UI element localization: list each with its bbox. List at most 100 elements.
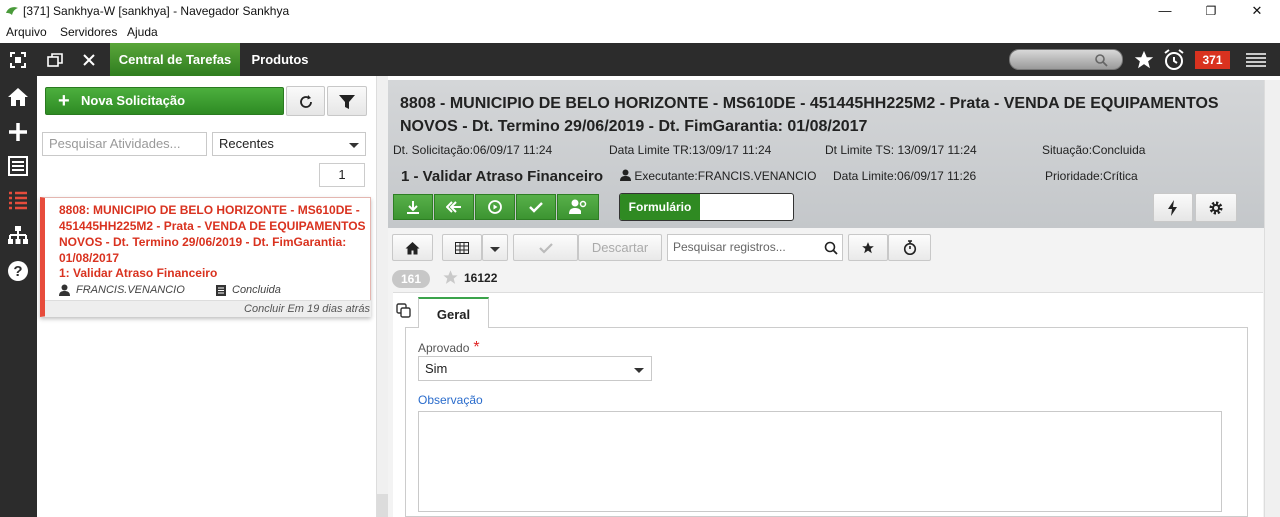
tab-produtos[interactable]: Produtos bbox=[242, 43, 318, 76]
filter-button[interactable] bbox=[327, 86, 367, 116]
close-tab-icon[interactable] bbox=[80, 51, 98, 69]
home-button[interactable] bbox=[392, 234, 433, 261]
search-activities-input[interactable]: Pesquisar Atividades... bbox=[42, 132, 207, 156]
search-icon bbox=[824, 241, 838, 255]
grid-view-button[interactable] bbox=[442, 234, 482, 261]
search-icon bbox=[1095, 54, 1108, 67]
recent-filter-value: Recentes bbox=[219, 136, 274, 151]
chevron-down-icon bbox=[349, 143, 359, 148]
close-button[interactable]: ✕ bbox=[1234, 0, 1280, 23]
download-button[interactable] bbox=[393, 194, 433, 220]
minimize-button[interactable]: — bbox=[1142, 0, 1188, 23]
dt-limite-ts-value: 13/09/17 11:24 bbox=[897, 143, 977, 157]
notification-badge[interactable]: 371 bbox=[1195, 51, 1230, 69]
home-icon[interactable] bbox=[7, 86, 29, 108]
tab-central-de-tarefas[interactable]: Central de Tarefas bbox=[110, 43, 240, 76]
favorites-star-icon[interactable] bbox=[1133, 49, 1155, 71]
required-marker: * bbox=[473, 339, 480, 356]
current-step: 1 - Validar Atraso Financeiro bbox=[401, 168, 604, 185]
task-card-title: 8808: MUNICIPIO DE BELO HORIZONTE - MS61… bbox=[59, 203, 366, 265]
svg-text:?: ? bbox=[13, 263, 22, 280]
list-icon[interactable] bbox=[7, 155, 29, 177]
copy-icon[interactable] bbox=[396, 303, 411, 318]
timer-button[interactable] bbox=[888, 234, 931, 261]
formulario-toggle[interactable]: Formulário bbox=[619, 193, 794, 221]
executante-field: Executante:FRANCIS.VENANCIO bbox=[620, 169, 816, 183]
record-id: 16122 bbox=[464, 271, 498, 285]
menu-hamburger-icon[interactable] bbox=[1244, 52, 1268, 68]
app-logo-icon bbox=[6, 7, 18, 15]
task-action-bar bbox=[393, 194, 599, 220]
windows-icon[interactable] bbox=[46, 51, 64, 69]
search-records-input[interactable]: Pesquisar registros... bbox=[667, 234, 843, 261]
filter-icon bbox=[339, 95, 355, 109]
data-limite-tr-label: Data Limite TR: bbox=[609, 143, 693, 157]
maximize-button[interactable]: ❐ bbox=[1188, 0, 1234, 23]
executante-label: Executante: bbox=[634, 169, 698, 183]
task-card-step: 1: Validar Atraso Financeiro bbox=[59, 266, 218, 280]
tasks-icon[interactable] bbox=[7, 189, 29, 211]
document-icon bbox=[216, 285, 226, 296]
help-icon[interactable]: ? bbox=[7, 260, 29, 282]
user-settings-icon bbox=[569, 199, 587, 214]
menu-servidores[interactable]: Servidores bbox=[60, 25, 117, 39]
add-icon[interactable] bbox=[7, 121, 29, 143]
global-search-input[interactable] bbox=[1009, 49, 1123, 70]
task-card-status: Concluida bbox=[232, 284, 281, 296]
menu-bar: Arquivo Servidores Ajuda bbox=[0, 23, 1280, 43]
favorite-button[interactable] bbox=[848, 234, 888, 261]
user-icon bbox=[59, 284, 70, 296]
task-card[interactable]: 8808: MUNICIPIO DE BELO HORIZONTE - MS61… bbox=[40, 197, 371, 317]
grid-icon bbox=[455, 242, 469, 254]
left-icon-rail: ? bbox=[0, 76, 37, 517]
confirm-button[interactable] bbox=[513, 234, 578, 261]
tab-geral[interactable]: Geral bbox=[418, 297, 489, 328]
window-titlebar: [371] Sankhya-W [sankhya] - Navegador Sa… bbox=[0, 0, 1280, 23]
aprovado-select[interactable]: Sim bbox=[418, 356, 652, 381]
play-button[interactable] bbox=[475, 194, 515, 220]
page-number[interactable]: 1 bbox=[319, 163, 365, 187]
download-icon bbox=[407, 201, 419, 214]
lightning-icon bbox=[1168, 200, 1177, 216]
formulario-label: Formulário bbox=[620, 194, 700, 220]
left-scrollbar[interactable] bbox=[376, 76, 389, 517]
task-title: 8808 - MUNICIPIO DE BELO HORIZONTE - MS6… bbox=[400, 95, 1219, 135]
menu-ajuda[interactable]: Ajuda bbox=[127, 25, 158, 39]
check-icon bbox=[538, 243, 553, 254]
assign-user-button[interactable] bbox=[557, 194, 599, 220]
aprovado-value: Sim bbox=[425, 361, 448, 376]
descartar-button[interactable]: Descartar bbox=[578, 234, 662, 261]
recent-filter-select[interactable]: Recentes bbox=[212, 132, 366, 156]
check-icon bbox=[529, 202, 543, 213]
menu-arquivo[interactable]: Arquivo bbox=[6, 25, 47, 39]
new-request-button[interactable]: + Nova Solicitação bbox=[45, 87, 284, 115]
grid-view-dropdown[interactable] bbox=[482, 234, 508, 261]
new-request-label: Nova Solicitação bbox=[81, 93, 186, 108]
reply-all-icon bbox=[445, 201, 461, 213]
situacao-label: Situação: bbox=[1042, 143, 1093, 157]
refresh-button[interactable] bbox=[286, 86, 325, 116]
search-records-placeholder: Pesquisar registros... bbox=[673, 240, 786, 254]
refresh-icon bbox=[299, 95, 312, 108]
situacao-value: Concluida bbox=[1092, 143, 1146, 157]
observacao-textarea[interactable] bbox=[418, 411, 1222, 512]
plus-icon: + bbox=[58, 90, 70, 112]
gear-icon bbox=[1209, 201, 1223, 215]
settings-button[interactable] bbox=[1195, 193, 1237, 222]
fullscreen-icon[interactable] bbox=[9, 51, 27, 69]
dt-solicitacao-label: Dt. Solicitação: bbox=[393, 143, 474, 157]
data-limite-value: 06/09/17 11:26 bbox=[897, 169, 977, 183]
favorite-star-icon[interactable] bbox=[442, 269, 459, 286]
chevron-down-icon bbox=[490, 247, 500, 252]
right-scrollbar[interactable] bbox=[1264, 80, 1280, 517]
org-chart-icon[interactable] bbox=[7, 225, 29, 247]
play-circle-icon bbox=[488, 200, 502, 214]
quick-actions-button[interactable] bbox=[1153, 193, 1193, 222]
dt-limite-ts-label: Dt Limite TS: bbox=[825, 143, 895, 157]
return-all-button[interactable] bbox=[434, 194, 474, 220]
alarm-clock-icon[interactable] bbox=[1162, 48, 1186, 72]
stopwatch-icon bbox=[903, 240, 916, 256]
record-count-badge: 161 bbox=[392, 270, 430, 288]
data-limite-label: Data Limite: bbox=[833, 169, 898, 183]
complete-button[interactable] bbox=[516, 194, 556, 220]
